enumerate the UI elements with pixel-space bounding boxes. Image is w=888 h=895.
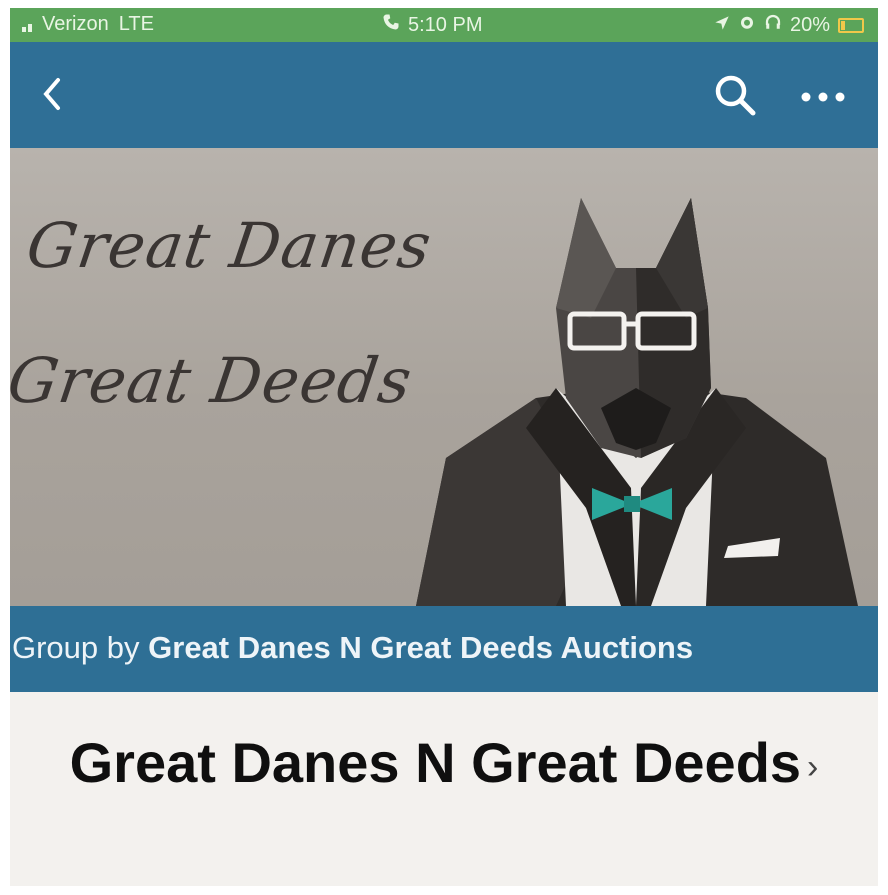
more-icon — [801, 92, 845, 102]
signal-icon — [22, 18, 32, 32]
chevron-left-icon — [43, 78, 60, 110]
status-icons: 20% — [714, 13, 864, 37]
carrier-area: Verizon LTE — [22, 13, 154, 36]
status-bar: Verizon LTE 5:10 PM 20% — [10, 8, 878, 42]
group-prefix: Group by — [12, 630, 140, 665]
group-owner-link[interactable]: Great Danes N Great Deeds Auctions — [148, 630, 693, 665]
time-area: 5:10 PM — [382, 13, 482, 37]
location-icon — [714, 14, 730, 37]
cover-line-1: Great Danes — [22, 209, 437, 282]
great-dane-illustration — [416, 198, 858, 606]
cover-line-2: Great Deeds — [10, 344, 417, 417]
headphones-icon — [764, 13, 782, 37]
carrier-label: Verizon — [42, 13, 109, 35]
group-owner-bar[interactable]: Group by Great Danes N Great Deeds Aucti… — [10, 606, 878, 692]
alarm-icon — [738, 13, 756, 37]
group-title-area: Great Danes N Great Deeds › — [10, 692, 878, 886]
back-button[interactable] — [40, 76, 64, 117]
more-button[interactable] — [800, 90, 848, 108]
group-title[interactable]: Great Danes N Great Deeds › — [50, 728, 838, 802]
phone-screen: Verizon LTE 5:10 PM 20% Great Danes Grea… — [10, 8, 878, 886]
network-label: LTE — [118, 13, 154, 35]
cover-script-text: Great Danes Great Deeds — [10, 178, 457, 448]
search-button[interactable] — [712, 72, 758, 123]
time-label: 5:10 PM — [408, 13, 483, 36]
search-icon — [715, 75, 756, 116]
battery-percent: 20% — [789, 13, 830, 36]
group-title-text: Great Danes N Great Deeds — [69, 731, 802, 794]
group-owner-text: Group by Great Danes N Great Deeds Aucti… — [12, 630, 693, 666]
nav-bar — [10, 42, 878, 148]
battery-icon — [838, 17, 864, 33]
group-cover-image[interactable]: Great Danes Great Deeds — [10, 148, 878, 606]
chevron-right-icon: › — [807, 748, 819, 787]
phone-icon — [382, 13, 400, 37]
